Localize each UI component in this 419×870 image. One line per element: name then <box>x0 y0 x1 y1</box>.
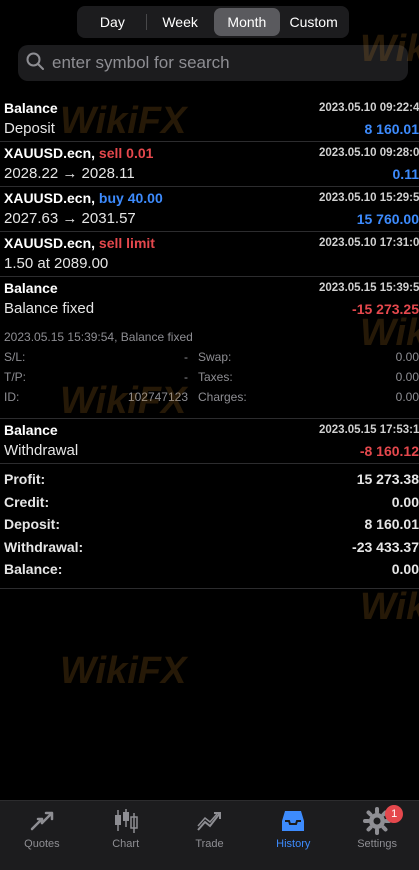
row-description: Balance fixed <box>4 300 94 317</box>
row-time: 2023.05.10 15:29:57 <box>319 192 419 204</box>
row-symbol: Balance <box>4 100 58 116</box>
detail-value: 102747123 <box>4 390 188 404</box>
row-time: 2023.05.10 17:31:00 <box>319 237 419 249</box>
history-row-expanded[interactable]: Balance 2023.05.15 15:39:54 Balance fixe… <box>0 277 419 419</box>
row-amount: -8 160.12 <box>360 443 419 459</box>
quotes-icon <box>28 807 56 835</box>
history-row[interactable]: XAUUSD.ecn, sell limit 2023.05.10 17:31:… <box>0 232 419 277</box>
tab-quotes[interactable]: Quotes <box>0 801 84 870</box>
details-row: S/L: - Swap: 0.00 <box>4 350 419 370</box>
row-symbol: Balance <box>4 280 58 296</box>
summary-key: Deposit: <box>4 516 60 532</box>
history-row[interactable]: Balance 2023.05.10 09:22:42 Deposit 8 16… <box>0 97 419 142</box>
row-symbol: XAUUSD.ecn, sell 0.01 <box>4 145 153 161</box>
row-description: 1.50 at 2089.00 <box>4 255 108 272</box>
summary-balance: Balance: 0.00 <box>0 559 419 582</box>
tab-history[interactable]: History <box>251 801 335 870</box>
summary-withdrawal: Withdrawal: -23 433.37 <box>0 537 419 560</box>
detail-key: Swap: <box>198 350 231 364</box>
tab-label: Chart <box>84 838 168 850</box>
history-icon <box>279 807 307 835</box>
summary-section: Profit: 15 273.38 Credit: 0.00 Deposit: … <box>0 464 419 589</box>
tab-chart[interactable]: Chart <box>84 801 168 870</box>
search-bar <box>18 45 408 81</box>
period-segmented-control: Day Week Month Custom <box>77 6 349 38</box>
row-description: Withdrawal <box>4 442 78 459</box>
row-symbol-text: XAUUSD.ecn, <box>4 145 95 161</box>
summary-value: 0.00 <box>392 561 419 577</box>
summary-key: Profit: <box>4 471 45 487</box>
detail-key: Taxes: <box>198 370 233 384</box>
notification-badge: 1 <box>385 805 403 823</box>
detail-value: 0.00 <box>396 350 419 364</box>
row-symbol: XAUUSD.ecn, buy 40.00 <box>4 190 163 206</box>
details-row: T/P: - Taxes: 0.00 <box>4 370 419 390</box>
tab-label: Settings <box>335 838 419 850</box>
summary-credit: Credit: 0.00 <box>0 492 419 515</box>
period-day[interactable]: Day <box>79 8 146 36</box>
row-description: Deposit <box>4 120 55 137</box>
summary-value: 8 160.01 <box>365 516 419 532</box>
summary-deposit: Deposit: 8 160.01 <box>0 514 419 537</box>
details-grid: S/L: - Swap: 0.00 T/P: - Taxes: 0.00 ID:… <box>4 350 419 410</box>
row-amount: 8 160.01 <box>365 121 419 137</box>
row-amount: 0.11 <box>393 166 419 182</box>
history-row[interactable]: XAUUSD.ecn, buy 40.00 2023.05.10 15:29:5… <box>0 187 419 232</box>
summary-key: Credit: <box>4 494 49 510</box>
row-symbol-text: XAUUSD.ecn, <box>4 235 95 251</box>
row-symbol-text: XAUUSD.ecn, <box>4 190 95 206</box>
row-side: buy 40.00 <box>99 190 163 206</box>
details-row: ID: 102747123 Charges: 0.00 <box>4 390 419 410</box>
search-icon <box>26 52 44 75</box>
row-symbol: XAUUSD.ecn, sell limit <box>4 235 155 251</box>
row-time: 2023.05.10 09:22:42 <box>319 102 419 114</box>
period-custom[interactable]: Custom <box>280 8 347 36</box>
tab-settings[interactable]: Settings 1 <box>335 801 419 870</box>
tab-bar: Quotes Chart Trade History Settings 1 <box>0 800 419 870</box>
summary-value: 0.00 <box>392 494 419 510</box>
detail-key: Charges: <box>198 390 247 404</box>
watermark: WikiFX <box>360 586 419 629</box>
summary-value: -23 433.37 <box>352 539 419 555</box>
row-amount: -15 273.25 <box>352 301 419 317</box>
detail-value: - <box>4 370 188 384</box>
history-row[interactable]: Balance 2023.05.15 17:53:16 Withdrawal -… <box>0 419 419 464</box>
summary-profit: Profit: 15 273.38 <box>0 469 419 492</box>
summary-key: Balance: <box>4 561 62 577</box>
detail-value: 0.00 <box>396 390 419 404</box>
period-week[interactable]: Week <box>147 8 214 36</box>
details-header: 2023.05.15 15:39:54, Balance fixed <box>4 330 193 344</box>
tab-trade[interactable]: Trade <box>168 801 252 870</box>
row-description: 2028.22 → 2028.11 <box>4 165 135 182</box>
tab-label: Quotes <box>0 838 84 850</box>
row-time: 2023.05.15 17:53:16 <box>319 424 419 436</box>
row-side: sell 0.01 <box>99 145 154 161</box>
search-input[interactable] <box>50 52 394 74</box>
row-amount: 15 760.00 <box>357 211 419 227</box>
row-side: sell limit <box>99 235 155 251</box>
row-description: 2027.63 → 2031.57 <box>4 210 136 227</box>
detail-value: 0.00 <box>396 370 419 384</box>
row-symbol: Balance <box>4 422 58 438</box>
chart-icon <box>112 807 140 835</box>
detail-value: - <box>4 350 188 364</box>
summary-key: Withdrawal: <box>4 539 83 555</box>
history-row[interactable]: XAUUSD.ecn, sell 0.01 2023.05.10 09:28:0… <box>0 142 419 187</box>
row-time: 2023.05.10 09:28:02 <box>319 147 419 159</box>
watermark: WikiFX <box>60 650 186 693</box>
tab-label: History <box>251 838 335 850</box>
history-list: Balance 2023.05.10 09:22:42 Deposit 8 16… <box>0 97 419 589</box>
period-month[interactable]: Month <box>214 8 281 36</box>
summary-value: 15 273.38 <box>357 471 419 487</box>
row-time: 2023.05.15 15:39:54 <box>319 282 419 294</box>
trade-icon <box>195 807 223 835</box>
tab-label: Trade <box>168 838 252 850</box>
